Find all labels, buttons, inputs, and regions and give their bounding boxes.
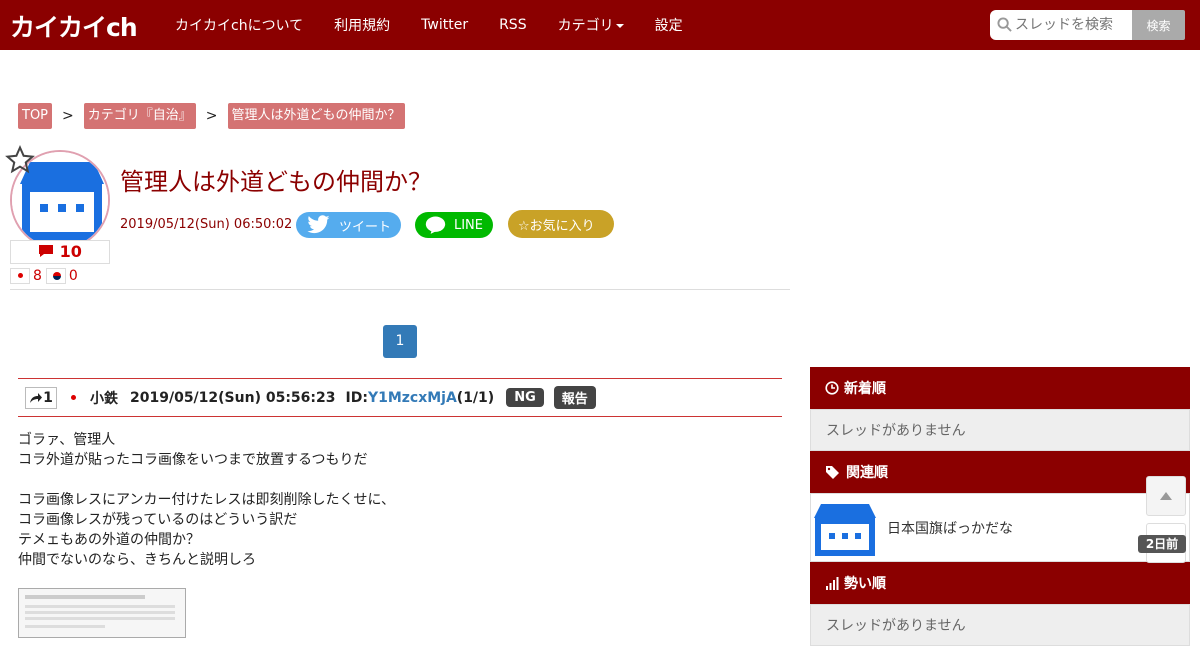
japan-count: 8 (33, 268, 42, 284)
post-attached-image[interactable] (18, 588, 186, 638)
thread-header: 10 8 0 管理人は外道どもの仲間か？ 2019/05/12(Sun) 06:… (5, 145, 790, 290)
sidebar-related-title: 日本国旗ばっかだな (887, 520, 1013, 537)
japan-flag-icon (71, 395, 76, 400)
sidebar-hot-empty: スレッドがありません (810, 604, 1190, 646)
caret-down-icon (615, 24, 624, 28)
breadcrumb-current[interactable]: 管理人は外道どもの仲間か？ (227, 103, 405, 129)
scroll-to-top-button[interactable] (1146, 476, 1186, 516)
sidebar-related-label: 関連順 (846, 465, 888, 481)
post-id-count: (1/1) (456, 389, 495, 406)
nav-about[interactable]: カイカイchについて (175, 15, 303, 35)
favorite-star-icon[interactable] (5, 145, 35, 175)
post-author: 小鉄 (90, 390, 118, 407)
reply-arrow-icon (30, 392, 43, 403)
reply-button[interactable]: 1 (25, 386, 57, 409)
korea-count: 0 (68, 268, 78, 284)
ng-button[interactable]: NG (506, 388, 544, 407)
signal-bars-icon (826, 577, 839, 590)
sidebar-related-item[interactable]: 日本国旗ばっかだな (810, 493, 1190, 562)
thread-date: 2019/05/12(Sun) 06:50:02 (120, 217, 293, 232)
post-id-label: ID: (345, 389, 368, 406)
japan-flag-icon (10, 268, 30, 284)
sidebar-hot-heading: 勢い順 (810, 562, 1190, 604)
line-chat-icon (425, 216, 446, 234)
tags-icon (826, 466, 839, 479)
report-button[interactable]: 報告 (553, 386, 596, 409)
tweet-button[interactable]: ツイート (296, 212, 401, 238)
nav-rss[interactable]: RSS (499, 17, 527, 33)
post-header: 1 小鉄 2019/05/12(Sun) 05:56:23 ID: Y1Mzcx… (18, 378, 782, 417)
post-id[interactable]: Y1MzcxMjA (368, 390, 457, 406)
clock-icon (825, 381, 839, 395)
breadcrumb-category[interactable]: カテゴリ『自治』 (83, 103, 196, 129)
nav-category-dropdown[interactable]: カテゴリ (558, 15, 624, 35)
top-navbar: カイカイch カイカイchについて 利用規約 Twitter RSS カテゴリ … (0, 0, 1200, 50)
time-badge: 2日前 (1138, 535, 1186, 553)
reply-count: 10 (59, 242, 82, 261)
country-counts: 8 0 (10, 268, 82, 284)
sidebar-related-heading: 関連順 (810, 451, 1190, 493)
nav-terms[interactable]: 利用規約 (334, 15, 390, 35)
search-form: 検索 (990, 10, 1185, 40)
sidebar-new-label: 新着順 (844, 381, 886, 397)
nav-settings[interactable]: 設定 (655, 15, 683, 35)
nav-links: カイカイchについて 利用規約 Twitter RSS カテゴリ 設定 (175, 0, 714, 50)
post-body: ゴラァ、管理人 コラ外道が貼ったコラ画像をいつまで放置するつもりだ コラ画像レス… (18, 432, 396, 568)
line-share-button[interactable]: LINE (415, 212, 493, 238)
house-icon (814, 503, 876, 556)
post-number: 1 (43, 389, 53, 406)
reply-count-badge: 10 (10, 240, 110, 264)
breadcrumb-separator: > (205, 108, 218, 124)
twitter-bird-icon (307, 215, 330, 234)
comment-icon (39, 245, 54, 257)
breadcrumb-top[interactable]: TOP (18, 103, 53, 129)
site-logo[interactable]: カイカイch (10, 8, 138, 44)
sidebar-new-empty: スレッドがありません (810, 409, 1190, 451)
search-button[interactable]: 検索 (1132, 10, 1185, 40)
sidebar-new-heading: 新着順 (810, 367, 1190, 409)
pagination-page-1[interactable]: 1 (383, 325, 417, 358)
line-label: LINE (453, 217, 483, 233)
sidebar: 新着順 スレッドがありません 関連順 日本国旗ばっかだな 勢い順 スレッドがあり… (810, 367, 1190, 646)
nav-category-label: カテゴリ (557, 18, 614, 34)
search-icon (997, 17, 1012, 32)
breadcrumb: TOP > カテゴリ『自治』 > 管理人は外道どもの仲間か？ (18, 103, 405, 129)
triangle-up-icon (1160, 492, 1172, 500)
nav-twitter[interactable]: Twitter (421, 17, 468, 33)
page-title: 管理人は外道どもの仲間か？ (120, 168, 432, 196)
post-date: 2019/05/12(Sun) 05:56:23 (130, 389, 336, 406)
tweet-label: ツイート (338, 219, 391, 235)
breadcrumb-separator: > (62, 108, 74, 124)
add-favorite-button[interactable]: ☆お気に入り (508, 210, 614, 238)
screenshot-thumbnail (25, 595, 175, 628)
korea-flag-icon (45, 268, 66, 284)
sidebar-hot-label: 勢い順 (844, 576, 886, 592)
